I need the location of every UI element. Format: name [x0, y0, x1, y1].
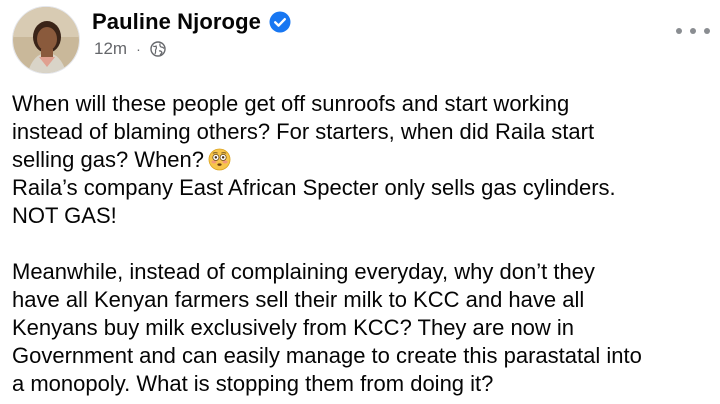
verified-badge-icon	[269, 11, 291, 33]
post-line: instead of blaming others? For starters,…	[12, 119, 595, 144]
author-avatar[interactable]	[12, 6, 80, 74]
more-options-dot	[676, 28, 682, 34]
meta-separator: ·	[136, 41, 141, 57]
post-line: Kenyans buy milk exclusively from KCC? T…	[12, 315, 575, 340]
author-name[interactable]: Pauline Njoroge	[92, 9, 261, 35]
more-options-button[interactable]	[676, 20, 710, 42]
flushed-face-emoji-icon	[208, 148, 231, 171]
globe-icon[interactable]	[150, 41, 166, 57]
post-timestamp[interactable]: 12m	[94, 39, 127, 59]
post-paragraph-2: Meanwhile, instead of complaining everyd…	[12, 258, 712, 398]
post-line: When will these people get off sunroofs …	[12, 91, 570, 116]
more-options-dot	[690, 28, 696, 34]
post-line: NOT GAS!	[12, 203, 117, 228]
post-line: have all Kenyan farmers sell their milk …	[12, 287, 585, 312]
post-line: Meanwhile, instead of complaining everyd…	[12, 259, 595, 284]
more-options-dot	[704, 28, 710, 34]
post-meta: 12m ·	[94, 38, 166, 60]
post-line: Government and can easily manage to crea…	[12, 343, 642, 368]
post-line: Raila’s company East African Specter onl…	[12, 175, 616, 200]
post-line: selling gas? When?	[12, 147, 205, 172]
post-line: a monopoly. What is stopping them from d…	[12, 371, 494, 396]
author-line: Pauline Njoroge	[92, 6, 291, 38]
author-avatar-image	[13, 7, 79, 73]
post-paragraph-1: When will these people get off sunroofs …	[12, 90, 712, 230]
facebook-post: Pauline Njoroge 12m · When will these pe…	[0, 0, 720, 404]
post-text: When will these people get off sunroofs …	[12, 90, 712, 398]
